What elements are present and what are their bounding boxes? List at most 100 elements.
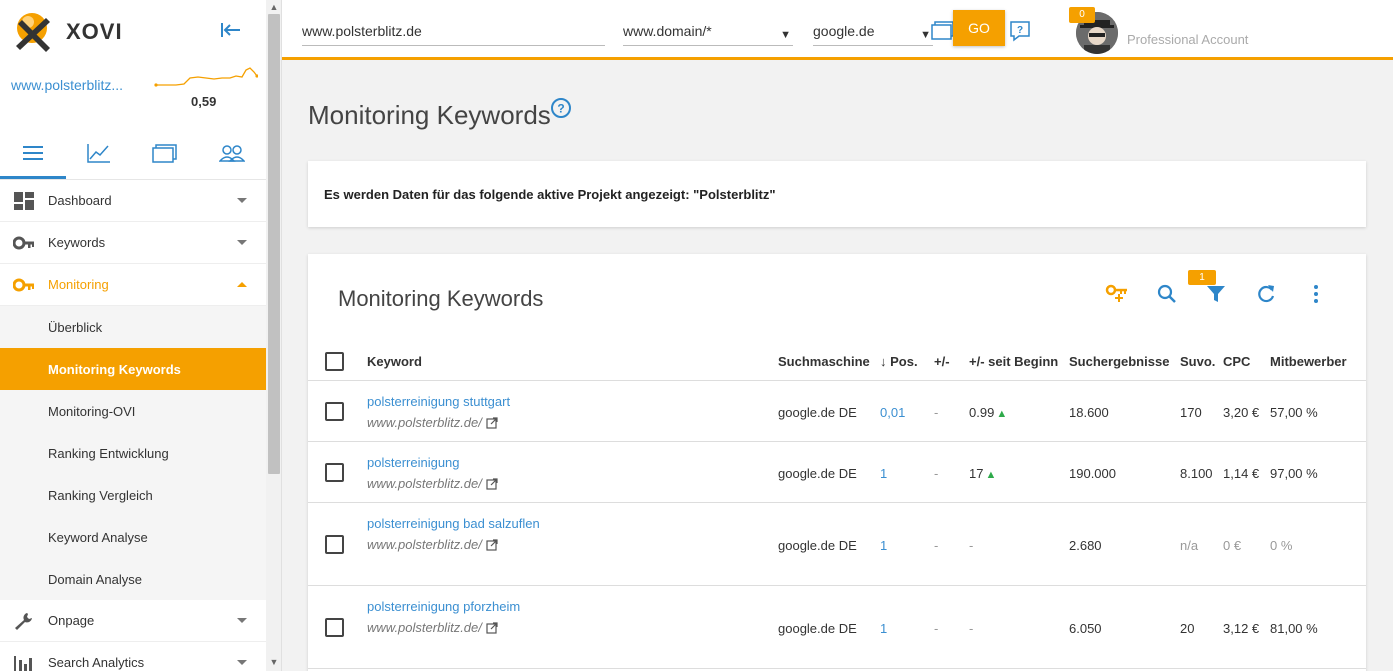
column-header-results[interactable]: Suchergebnisse [1069, 354, 1169, 369]
users-icon [219, 145, 245, 162]
position-cell[interactable]: 1 [880, 621, 887, 636]
refresh-icon[interactable] [1254, 282, 1278, 306]
ranking-url-text: www.polsterblitz.de/ [367, 415, 482, 430]
diff-cell: - [934, 538, 939, 553]
more-options-icon[interactable] [1304, 282, 1328, 306]
sidebar-item-monitoring[interactable]: Monitoring [0, 264, 266, 306]
logo-text: XOVI [66, 19, 123, 44]
diff-cell: - [934, 621, 939, 636]
help-icon[interactable]: ? [550, 97, 572, 119]
sidebar-item-keywords[interactable]: Keywords [0, 222, 266, 264]
row-checkbox[interactable] [325, 535, 344, 554]
sidebar-item-search-analytics[interactable]: Search Analytics [0, 642, 266, 671]
competitors-cell: 0 % [1270, 538, 1293, 553]
sidebar-tabs [0, 130, 266, 180]
scrollbar-thumb[interactable] [268, 14, 280, 474]
sidebar-subitem-ranking-vergleich[interactable]: Ranking Vergleich [0, 474, 266, 516]
team-tab[interactable] [217, 138, 247, 168]
sidebar-subitem-ueberblick[interactable]: Überblick [0, 306, 266, 348]
sidebar-item-label: Search Analytics [48, 655, 145, 670]
row-checkbox[interactable] [325, 402, 344, 421]
ranking-url-text: www.polsterblitz.de/ [367, 620, 482, 635]
since-start-cell: - [969, 538, 974, 553]
logo[interactable]: XOVI [12, 10, 123, 54]
folder-icon[interactable] [931, 20, 955, 42]
page-title: Monitoring Keywords [308, 100, 551, 130]
domain-input[interactable]: www.polsterblitz.de [302, 20, 605, 46]
key-icon [13, 278, 34, 292]
help-feedback-icon[interactable]: ? [1009, 20, 1033, 42]
external-link-icon [486, 538, 498, 551]
keyword-link[interactable]: polsterreinigung stuttgart [367, 394, 510, 409]
column-header-competitors[interactable]: Mitbewerber [1270, 354, 1347, 369]
keyword-link[interactable]: polsterreinigung [367, 455, 460, 470]
search-engine-select[interactable]: google.de ▼ [813, 20, 933, 46]
results-cell: 6.050 [1069, 621, 1102, 636]
column-header-engine[interactable]: Suchmaschine [778, 354, 870, 369]
sidebar-item-label: Keywords [48, 235, 106, 250]
sidebar-item-dashboard[interactable]: Dashboard [0, 180, 266, 222]
diff-cell: - [934, 405, 939, 420]
column-header-cpc[interactable]: CPC [1223, 354, 1250, 369]
since-start-value: 17 [969, 466, 984, 481]
sidebar-subitem-monitoring-keywords[interactable]: Monitoring Keywords [0, 348, 266, 390]
keyword-link[interactable]: polsterreinigung pforzheim [367, 599, 520, 614]
external-link-icon [486, 416, 498, 429]
ranking-url[interactable]: www.polsterblitz.de/ [367, 537, 498, 552]
sidebar-subitem-ranking-entwicklung[interactable]: Ranking Entwicklung [0, 432, 266, 474]
position-cell[interactable]: 1 [880, 538, 887, 553]
account-type[interactable]: Professional Account [1127, 32, 1248, 47]
add-keyword-icon[interactable] [1105, 282, 1129, 306]
row-checkbox[interactable] [325, 618, 344, 637]
chevron-up-icon [237, 282, 247, 287]
sidebar-subitem-domain-analyse[interactable]: Domain Analyse [0, 558, 266, 600]
go-button[interactable]: GO [953, 10, 1005, 46]
sidebar-nav: Dashboard Keywords Monitoring Überblick … [0, 180, 266, 671]
charts-tab[interactable] [84, 138, 114, 168]
sidebar-subitem-monitoring-ovi[interactable]: Monitoring-OVI [0, 390, 266, 432]
active-tab-indicator [0, 176, 66, 179]
column-header-pos[interactable]: ↓ Pos. [880, 354, 918, 369]
ranking-url[interactable]: www.polsterblitz.de/ [367, 476, 498, 491]
search-icon[interactable] [1155, 282, 1179, 306]
svg-text:?: ? [557, 102, 564, 116]
position-cell[interactable]: 0,01 [880, 405, 905, 420]
scroll-down-icon[interactable]: ▼ [269, 657, 279, 667]
top-header: www.polsterblitz.de www.domain/* ▼ googl… [282, 0, 1393, 60]
column-header-since-start[interactable]: +/- seit Beginn [969, 354, 1058, 369]
collapse-sidebar-icon[interactable] [220, 20, 242, 40]
sidebar-subitem-keyword-analyse[interactable]: Keyword Analyse [0, 516, 266, 558]
project-domain[interactable]: www.polsterblitz... [11, 77, 123, 93]
external-link-icon [486, 621, 498, 634]
search-engine-select-value: google.de [813, 23, 875, 39]
filter-icon[interactable] [1204, 282, 1228, 306]
projects-tab[interactable] [150, 138, 180, 168]
row-checkbox[interactable] [325, 463, 344, 482]
since-start-cell: 17 ▲ [969, 466, 996, 481]
sidebar-scrollbar[interactable]: ▲ ▼ [266, 0, 282, 671]
arrow-up-icon: ▲ [985, 469, 997, 481]
scroll-up-icon[interactable]: ▲ [269, 2, 279, 12]
divider [308, 585, 1366, 586]
sidebar-item-onpage[interactable]: Onpage [0, 600, 266, 642]
arrow-up-icon: ▲ [996, 408, 1008, 420]
dropdown-arrow-icon: ▼ [920, 29, 931, 41]
visibility-sparkline [154, 67, 258, 87]
notification-badge[interactable]: 0 [1069, 7, 1095, 23]
chevron-down-icon [237, 618, 247, 623]
scope-select[interactable]: www.domain/* ▼ [623, 20, 793, 46]
ranking-url[interactable]: www.polsterblitz.de/ [367, 415, 498, 430]
chevron-down-icon [237, 198, 247, 203]
column-header-keyword[interactable]: Keyword [367, 354, 422, 369]
cpc-cell: 0 € [1223, 538, 1242, 553]
menu-tab[interactable] [18, 138, 48, 168]
ranking-url[interactable]: www.polsterblitz.de/ [367, 620, 498, 635]
column-header-suvo[interactable]: Suvo. [1180, 354, 1215, 369]
chevron-down-icon [237, 660, 247, 665]
results-cell: 18.600 [1069, 405, 1109, 420]
column-header-diff[interactable]: +/- [934, 354, 950, 369]
select-all-checkbox[interactable] [325, 352, 344, 371]
position-cell[interactable]: 1 [880, 466, 887, 481]
keyword-link[interactable]: polsterreinigung bad salzuflen [367, 516, 540, 531]
since-start-value: 0.99 [969, 405, 995, 420]
